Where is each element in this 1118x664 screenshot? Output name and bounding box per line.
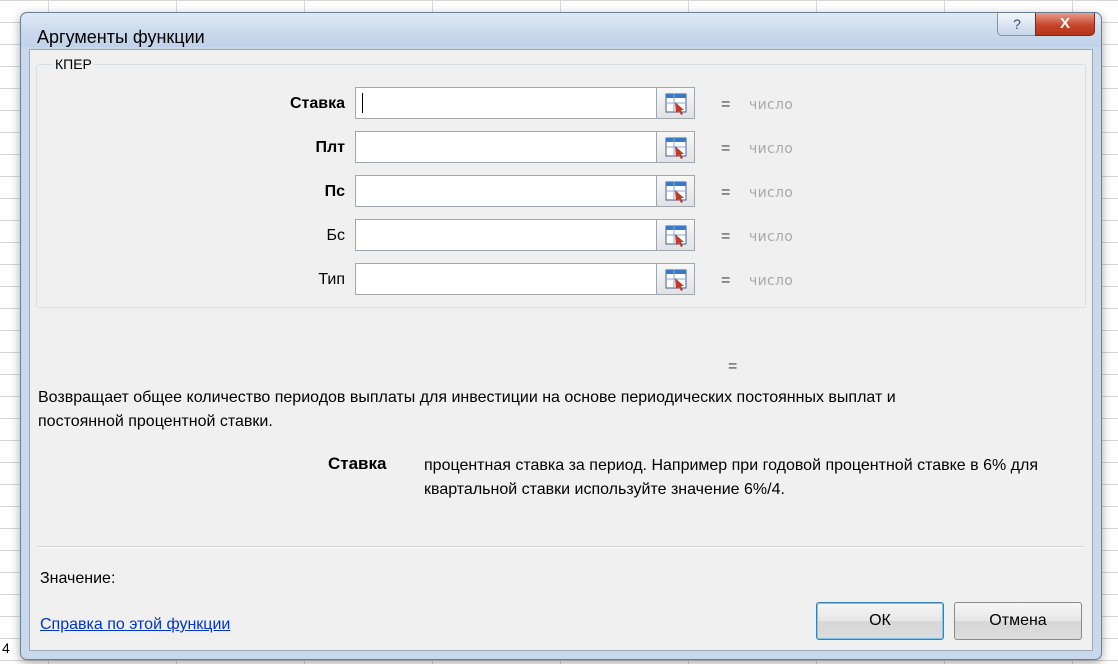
- close-button[interactable]: X: [1035, 13, 1095, 36]
- argument-type-hint: число: [749, 141, 794, 157]
- text-caret: [362, 93, 363, 113]
- function-help-link[interactable]: Справка по этой функции: [40, 616, 230, 634]
- argument-input-plt[interactable]: [355, 131, 657, 163]
- collapse-dialog-button[interactable]: [657, 131, 695, 163]
- collapse-dialog-button[interactable]: [657, 87, 695, 119]
- collapse-dialog-button[interactable]: [657, 263, 695, 295]
- argument-input-stavka[interactable]: [355, 87, 657, 119]
- argument-row-ps: Пс = число: [37, 175, 1085, 209]
- function-description: Возвращает общее количество периодов вып…: [38, 389, 896, 430]
- range-select-icon: [665, 93, 687, 115]
- argument-type-hint: число: [749, 185, 794, 201]
- collapse-dialog-button[interactable]: [657, 219, 695, 251]
- range-select-icon: [665, 269, 687, 291]
- argument-row-tip: Тип = число: [37, 263, 1085, 297]
- argument-row-stavka: Ставка = число: [37, 87, 1085, 121]
- argument-label: Тип: [318, 271, 345, 288]
- cancel-button[interactable]: Отмена: [954, 602, 1082, 640]
- equals-sign: =: [721, 184, 731, 201]
- argument-label: Пс: [324, 183, 345, 200]
- equals-sign: =: [721, 272, 731, 289]
- dialog-client-area: КПЕР Ставка = число Плт = число Пс = чис…: [29, 49, 1093, 651]
- equals-sign: =: [721, 96, 731, 113]
- argument-help-name: Ставка: [328, 454, 387, 473]
- dialog-title: Аргументы функции: [37, 27, 205, 47]
- argument-label: Плт: [315, 139, 346, 156]
- argument-input-ps[interactable]: [355, 175, 657, 207]
- argument-label: Бс: [326, 227, 346, 244]
- divider: [38, 546, 1084, 548]
- argument-input-tip[interactable]: [355, 263, 657, 295]
- range-select-icon: [665, 137, 687, 159]
- dialog-titlebar[interactable]: Аргументы функции ? X: [21, 13, 1101, 47]
- argument-type-hint: число: [749, 229, 794, 245]
- arguments-group: КПЕР Ставка = число Плт = число Пс = чис…: [36, 56, 1086, 308]
- argument-label: Ставка: [289, 95, 345, 112]
- argument-row-bs: Бс = число: [37, 219, 1085, 253]
- collapse-dialog-button[interactable]: [657, 175, 695, 207]
- range-select-icon: [665, 225, 687, 247]
- value-label: Значение:: [40, 570, 116, 587]
- argument-type-hint: число: [749, 273, 794, 289]
- function-name: КПЕР: [53, 56, 94, 72]
- equals-sign: =: [721, 228, 731, 245]
- function-arguments-dialog: Аргументы функции ? X КПЕР Ставка = числ…: [20, 12, 1102, 660]
- argument-row-plt: Плт = число: [37, 131, 1085, 165]
- equals-sign: =: [721, 140, 731, 157]
- ok-button[interactable]: ОК: [816, 602, 944, 640]
- help-button[interactable]: ?: [997, 13, 1037, 36]
- argument-help-text: процентная ставка за период. Например пр…: [424, 457, 1038, 498]
- argument-type-hint: число: [749, 97, 794, 113]
- sheet-cell-text: 4: [2, 640, 10, 656]
- range-select-icon: [665, 181, 687, 203]
- result-equals-sign: =: [728, 358, 738, 375]
- argument-input-bs[interactable]: [355, 219, 657, 251]
